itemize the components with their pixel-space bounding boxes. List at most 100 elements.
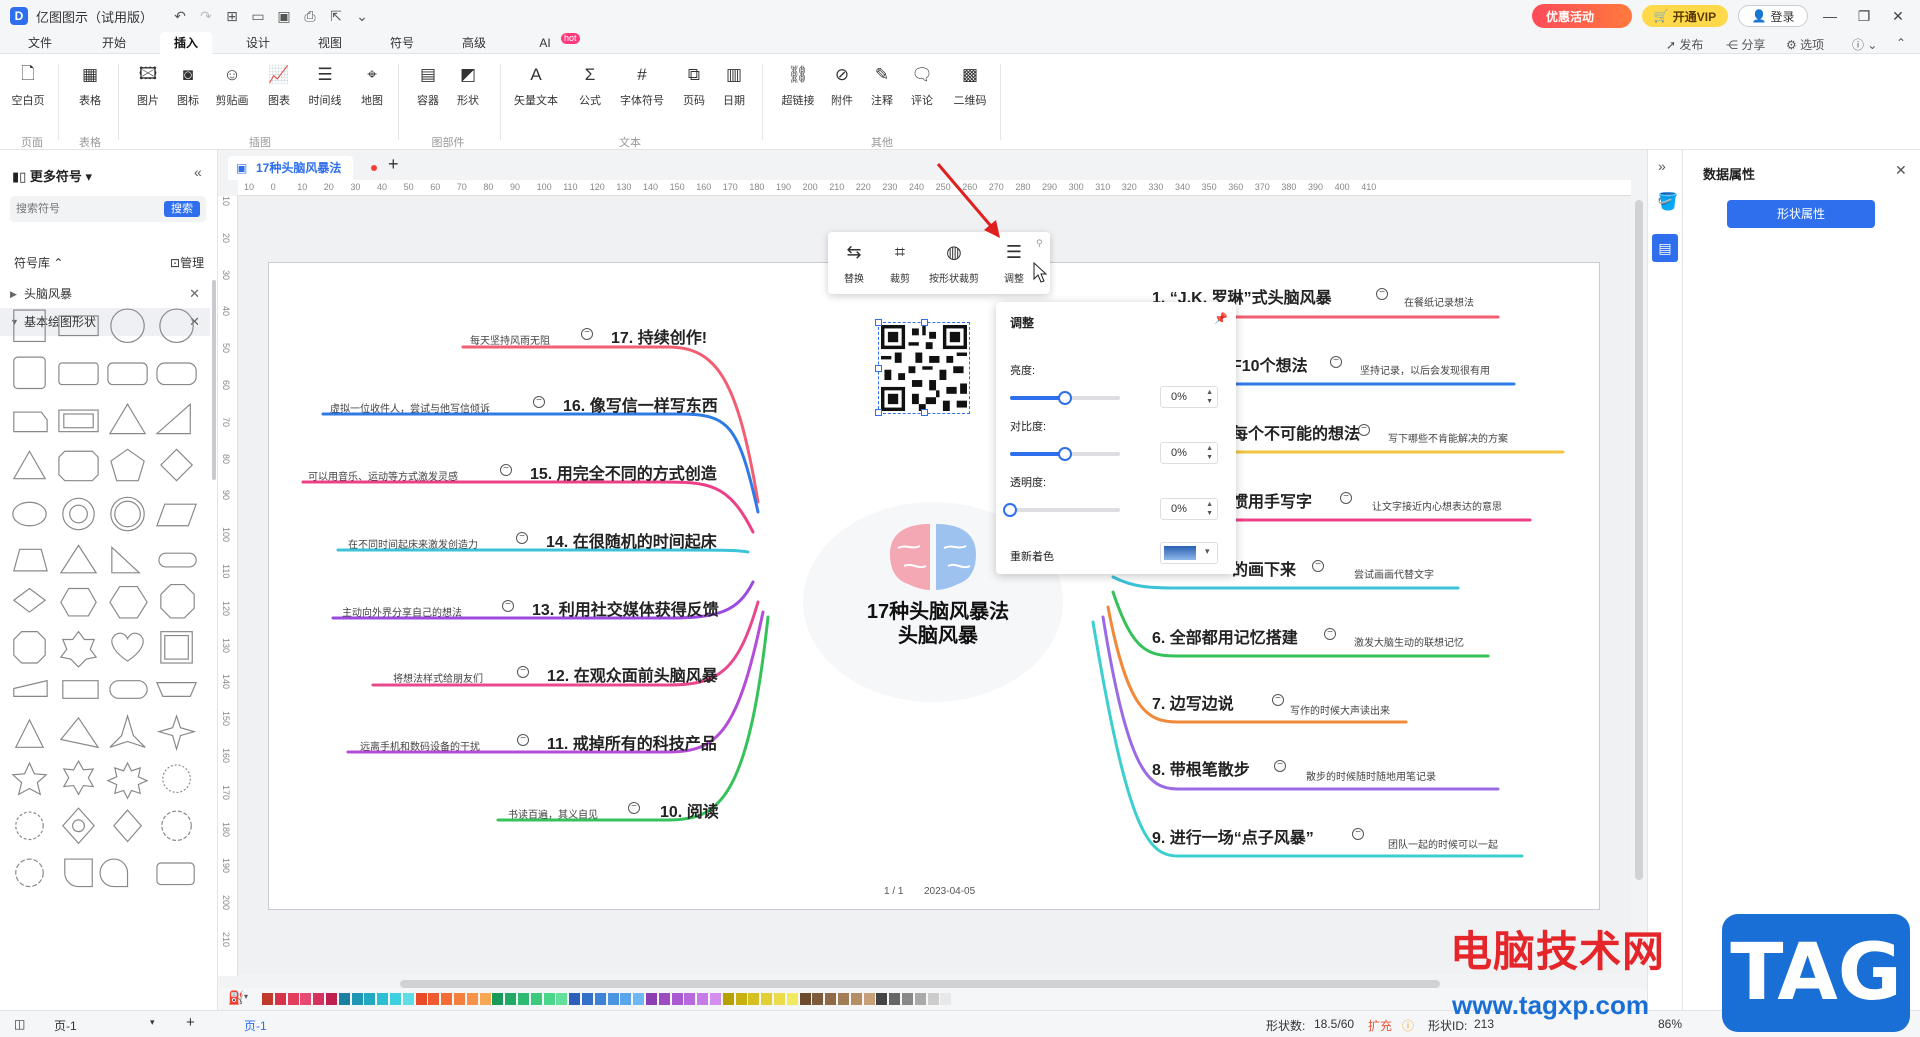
shape-triangle[interactable]	[12, 450, 47, 480]
shape-tear[interactable]	[64, 858, 93, 888]
slider-knob[interactable]	[1058, 391, 1072, 405]
topic-15[interactable]: 15. 用完全不同的方式创造	[530, 460, 717, 484]
color-swatch[interactable]	[761, 993, 773, 1005]
color-swatch[interactable]	[351, 993, 363, 1005]
shape-rounded-rectangle[interactable]	[58, 362, 99, 386]
note-button[interactable]: ✎ 注释	[860, 64, 904, 108]
chart-button[interactable]: 📈 图表	[257, 64, 301, 108]
container-button[interactable]: ▤ 容器	[406, 64, 450, 108]
qrcode-button[interactable]: ▩ 二维码	[948, 64, 992, 108]
shape-pentagon[interactable]	[110, 448, 145, 482]
topic-9[interactable]: 9. 进行一场“点子风暴”	[1152, 824, 1314, 848]
color-swatch[interactable]	[684, 993, 696, 1005]
color-swatch[interactable]	[441, 993, 453, 1005]
symbol-search-input[interactable]	[16, 196, 156, 222]
shape-star-6[interactable]	[62, 759, 95, 796]
menu-home[interactable]: 开始	[94, 32, 134, 54]
document-tab[interactable]: ▣ 17种头脑风暴法	[228, 156, 378, 180]
color-swatch[interactable]	[569, 993, 581, 1005]
collapse-ribbon-icon[interactable]: ⌃	[1896, 36, 1906, 50]
collapse-panel-icon[interactable]: «	[194, 164, 202, 180]
color-swatch[interactable]	[748, 993, 760, 1005]
color-swatch[interactable]	[876, 993, 888, 1005]
shape-tear[interactable]	[99, 858, 129, 888]
color-swatch[interactable]	[620, 993, 632, 1005]
spin-arrows-icon[interactable]: ▲ ▼	[1206, 500, 1213, 518]
shape-octagon[interactable]	[160, 584, 195, 619]
color-swatch[interactable]	[889, 993, 901, 1005]
share-link[interactable]: ⋲ 分享	[1726, 36, 1765, 53]
color-swatch[interactable]	[940, 993, 952, 1005]
shape-circle[interactable]	[159, 308, 194, 344]
horizontal-scrollbar[interactable]	[400, 980, 1440, 988]
open-folder-icon[interactable]: ▭	[245, 5, 271, 27]
topic-13[interactable]: 13. 利用社交媒体获得反馈	[532, 596, 719, 620]
brightness-slider[interactable]	[1010, 391, 1120, 405]
color-swatch[interactable]	[466, 993, 478, 1005]
shape-star-3[interactable]	[109, 713, 146, 748]
map-button[interactable]: ⌖ 地图	[350, 64, 394, 108]
shape-hexagon[interactable]	[109, 585, 148, 619]
shape-heart[interactable]	[111, 632, 144, 662]
expand-panel-icon[interactable]: »	[1658, 158, 1666, 174]
transparency-input[interactable]: 0% ▲ ▼	[1160, 498, 1218, 520]
color-swatch[interactable]	[556, 993, 568, 1005]
shape-compass[interactable]	[113, 809, 143, 843]
pin-panel-icon[interactable]: 📌	[1214, 312, 1228, 325]
selected-image-frame[interactable]	[875, 319, 970, 416]
formula-button[interactable]: Σ 公式	[568, 64, 612, 108]
shape-triangle[interactable]	[108, 403, 147, 435]
slider-knob[interactable]	[1058, 447, 1072, 461]
contrast-slider[interactable]	[1010, 447, 1120, 461]
topic-5[interactable]: 的画下来	[1232, 556, 1296, 580]
color-swatch[interactable]	[914, 993, 926, 1005]
qrcode-image[interactable]	[881, 325, 967, 411]
font-symbol-button[interactable]: # 字体符号	[620, 64, 664, 108]
color-swatch[interactable]	[454, 993, 465, 1005]
menu-symbol[interactable]: 符号	[382, 32, 422, 54]
color-swatch[interactable]	[377, 993, 389, 1005]
shape-star-burst[interactable]	[162, 764, 191, 794]
color-swatch[interactable]	[300, 993, 312, 1005]
color-swatch[interactable]	[402, 993, 414, 1005]
shape-right-triangle[interactable]	[111, 545, 141, 574]
topic-17[interactable]: 17. 持续创作!	[611, 324, 707, 348]
spin-arrows-icon[interactable]: ▲ ▼	[1206, 444, 1213, 462]
picture-button[interactable]: 🖾 图片	[126, 64, 170, 108]
color-swatch[interactable]	[518, 993, 529, 1005]
contrast-input[interactable]: 0% ▲ ▼	[1160, 442, 1218, 464]
color-swatch[interactable]	[505, 993, 517, 1005]
shape-framed-rectangle[interactable]	[58, 409, 99, 433]
menu-insert[interactable]: 插入	[160, 32, 212, 54]
help-icon[interactable]: ⓘ ⌄	[1852, 36, 1877, 53]
shape-star-4[interactable]	[156, 714, 197, 752]
shape-rounded-rectangle[interactable]	[156, 862, 195, 886]
color-swatch[interactable]	[722, 993, 734, 1005]
date-button[interactable]: ▥ 日期	[712, 64, 756, 108]
topic-12[interactable]: 12. 在观众面前头脑风暴	[547, 662, 718, 686]
resize-handle[interactable]	[875, 319, 882, 326]
spin-arrows-icon[interactable]: ▲ ▼	[1206, 388, 1213, 406]
color-swatch[interactable]	[287, 993, 299, 1005]
color-swatch[interactable]	[774, 993, 785, 1005]
fill-bucket-icon[interactable]: ⛽	[228, 990, 244, 1006]
menu-ai[interactable]: AI	[530, 32, 560, 54]
vector-text-button[interactable]: A 矢量文本	[514, 64, 558, 108]
menu-design[interactable]: 设计	[238, 32, 278, 54]
chevron-down-icon[interactable]: ▾	[244, 992, 248, 1001]
clipart-button[interactable]: ☺ 剪贴画	[210, 64, 254, 108]
resize-handle[interactable]	[875, 409, 882, 416]
undo-icon[interactable]: ↶	[167, 5, 193, 27]
collapse-topic-icon[interactable]: −	[1358, 424, 1370, 436]
page-number-button[interactable]: ⧉ 页码	[672, 64, 716, 108]
recolor-dropdown[interactable]: ▾	[1160, 542, 1218, 564]
symbol-panel-title[interactable]: ▮▯ 更多符号 ▾	[12, 166, 92, 185]
resize-handle[interactable]	[921, 319, 928, 326]
collapse-topic-icon[interactable]: −	[1376, 288, 1388, 300]
publish-link[interactable]: ➚ 发布	[1666, 36, 1703, 53]
collapse-topic-icon[interactable]: −	[1352, 828, 1364, 840]
shape-snip-rectangle[interactable]	[13, 411, 48, 433]
menu-advanced[interactable]: 高级	[454, 32, 494, 54]
comment-button[interactable]: 🗨 评论	[900, 64, 944, 108]
vertical-scrollbar[interactable]	[1635, 200, 1643, 880]
